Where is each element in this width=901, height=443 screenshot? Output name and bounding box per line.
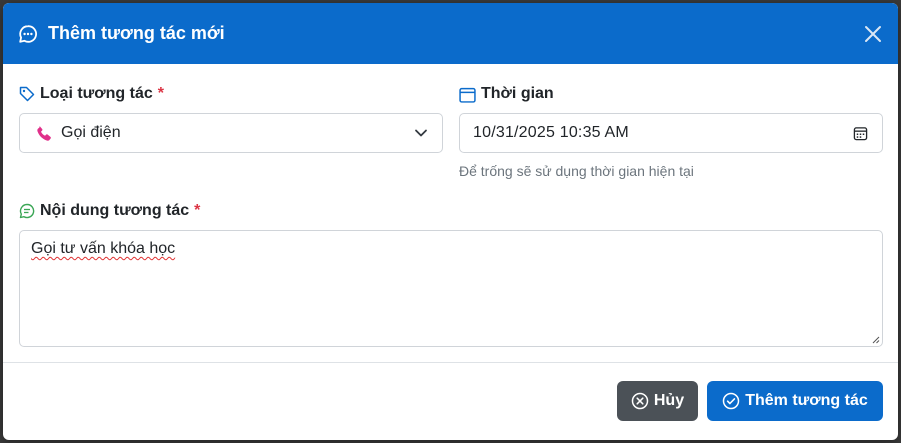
time-value: 10/31/2025 10:35 AM xyxy=(473,124,629,141)
tag-icon xyxy=(19,86,35,102)
phone-icon xyxy=(37,125,51,141)
add-interaction-button-label: Thêm tương tác xyxy=(745,392,868,409)
x-circle-icon xyxy=(631,392,649,410)
chat-text-icon xyxy=(19,203,35,219)
required-mark: * xyxy=(157,85,164,102)
content-text: Gọi tư vấn khóa học xyxy=(31,240,176,257)
cancel-button-label: Hủy xyxy=(653,392,685,409)
modal-header: Thêm tương tác mới xyxy=(3,3,898,64)
modal-body: Loại tương tác * Gọi điện Thời gian 10/3… xyxy=(3,64,898,362)
time-input[interactable]: 10/31/2025 10:35 AM xyxy=(459,113,883,153)
content-label: Nội dung tương tác * xyxy=(19,202,200,220)
time-label-text: Thời gian xyxy=(481,85,554,102)
interaction-type-select[interactable]: Gọi điện xyxy=(19,113,443,153)
required-mark: * xyxy=(194,202,201,219)
time-hint: Để trống sẽ sử dụng thời gian hiện tại xyxy=(459,163,694,179)
close-button[interactable] xyxy=(862,23,884,45)
content-textarea[interactable]: Gọi tư vấn khóa học xyxy=(19,230,883,347)
interaction-type-label: Loại tương tác * xyxy=(19,85,164,103)
interaction-type-label-text: Loại tương tác xyxy=(40,85,153,102)
modal-footer: Hủy Thêm tương tác xyxy=(3,362,898,440)
add-interaction-modal: Thêm tương tác mới Loại tương tác * Gọi … xyxy=(3,3,898,440)
interaction-type-value: Gọi điện xyxy=(61,124,121,141)
resize-grip-icon[interactable] xyxy=(871,335,880,344)
check-circle-icon xyxy=(722,392,740,410)
chat-dots-icon xyxy=(18,24,38,44)
add-interaction-button[interactable]: Thêm tương tác xyxy=(707,381,883,421)
time-label: Thời gian xyxy=(459,85,554,103)
calendar-icon xyxy=(459,87,476,103)
calendar-picker-icon[interactable] xyxy=(853,126,868,141)
modal-title: Thêm tương tác mới xyxy=(48,23,225,43)
cancel-button[interactable]: Hủy xyxy=(617,381,698,421)
close-icon xyxy=(865,25,881,42)
chevron-down-icon xyxy=(415,129,427,137)
content-label-text: Nội dung tương tác xyxy=(40,202,190,219)
